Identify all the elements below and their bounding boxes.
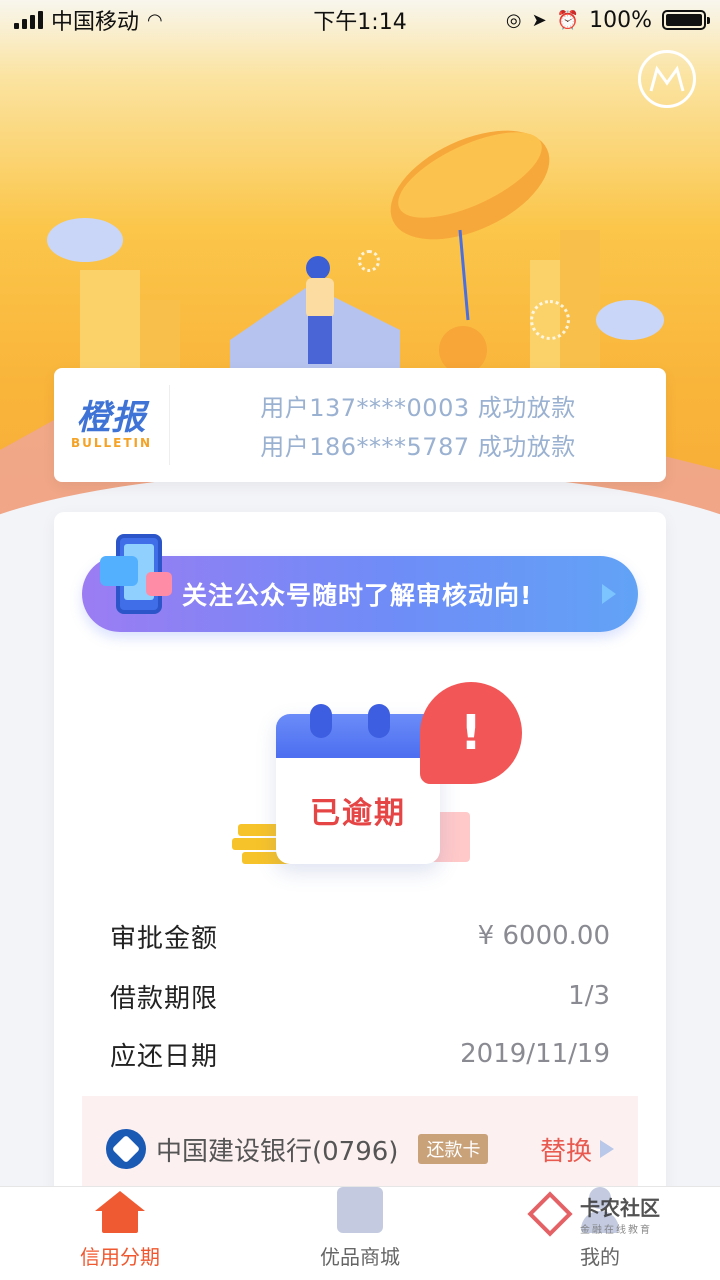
- time-label: 下午1:14: [313, 10, 407, 35]
- overdue-illustration: 已逾期 !: [230, 682, 530, 882]
- alarm-icon: ⏰: [556, 9, 580, 31]
- home-icon: [95, 1191, 145, 1233]
- bulletin-panel: 橙报 BULLETIN 用户137****0003 成功放款 用户186****…: [54, 368, 666, 482]
- info-value: 2019/11/19: [460, 1039, 610, 1069]
- loan-status-card: 关注公众号随时了解审核动向! 已逾期 ! 审批金额 ¥ 6000.00 借款期限…: [54, 512, 666, 1202]
- status-bar: 中国移动 ◠ 下午1:14 ◎ ➤ ⏰ 100%: [0, 0, 720, 40]
- calendar-ring-icon: [368, 704, 390, 738]
- shopping-bag-icon: [337, 1187, 383, 1233]
- tab-label: 优品商城: [320, 1245, 400, 1269]
- tab-credit-installment[interactable]: 信用分期: [0, 1187, 240, 1280]
- location-icon: ➤: [531, 9, 547, 31]
- signal-icon: [14, 11, 43, 29]
- due-date-row: 应还日期 2019/11/19: [110, 1034, 610, 1074]
- battery-icon: [662, 10, 710, 30]
- chat-bubble-icon: [146, 572, 172, 596]
- alert-icon: !: [420, 682, 522, 784]
- play-arrow-icon: [602, 584, 616, 604]
- bank-logo-icon: [106, 1129, 146, 1169]
- carrier-label: 中国移动: [51, 10, 140, 35]
- calendar-ring-icon: [310, 704, 332, 738]
- banner-text: 关注公众号随时了解审核动向!: [182, 581, 533, 610]
- rotation-lock-icon: ◎: [505, 9, 522, 31]
- watermark-title: 卡农社区: [580, 1196, 660, 1220]
- bulletin-message: 用户137****0003 成功放款: [260, 394, 576, 422]
- calendar-icon: 已逾期: [276, 714, 440, 864]
- approved-amount-row: 审批金额 ¥ 6000.00: [110, 916, 610, 956]
- info-label: 审批金额: [110, 923, 219, 954]
- follow-account-banner[interactable]: 关注公众号随时了解审核动向!: [82, 534, 638, 632]
- chevron-right-icon[interactable]: [600, 1140, 614, 1158]
- bank-name: 中国建设银行(0796): [156, 1136, 399, 1167]
- replace-card-button[interactable]: 替换: [540, 1131, 592, 1168]
- tab-label: 我的: [580, 1245, 620, 1269]
- loan-term-row: 借款期限 1/3: [110, 976, 610, 1016]
- repayment-card-badge: 还款卡: [418, 1134, 489, 1164]
- bulletin-messages: 用户137****0003 成功放款 用户186****5787 成功放款: [170, 388, 666, 462]
- overdue-status: 已逾期: [310, 796, 406, 831]
- info-label: 借款期限: [110, 983, 219, 1014]
- info-label: 应还日期: [110, 1041, 219, 1072]
- bulletin-message: 用户186****5787 成功放款: [260, 433, 576, 461]
- bulletin-subtitle: BULLETIN: [70, 436, 153, 450]
- battery-percent: 100%: [589, 7, 652, 33]
- bulletin-title: 橙报: [76, 398, 147, 438]
- info-value: 1/3: [568, 981, 610, 1011]
- chat-bubble-icon: [100, 556, 138, 586]
- watermark-subtitle: 金融在线教育: [580, 1225, 652, 1236]
- tab-label: 信用分期: [80, 1245, 160, 1269]
- watermark-logo-icon: [527, 1191, 573, 1237]
- wifi-icon: ◠: [147, 9, 163, 31]
- brand-logo-icon[interactable]: [638, 50, 696, 108]
- bulletin-logo: 橙报 BULLETIN: [54, 385, 170, 465]
- info-value: ¥ 6000.00: [477, 921, 610, 951]
- m-logo-icon: [649, 65, 685, 92]
- watermark: 卡农社区 金融在线教育: [527, 1191, 660, 1237]
- tab-mall[interactable]: 优品商城: [240, 1187, 480, 1280]
